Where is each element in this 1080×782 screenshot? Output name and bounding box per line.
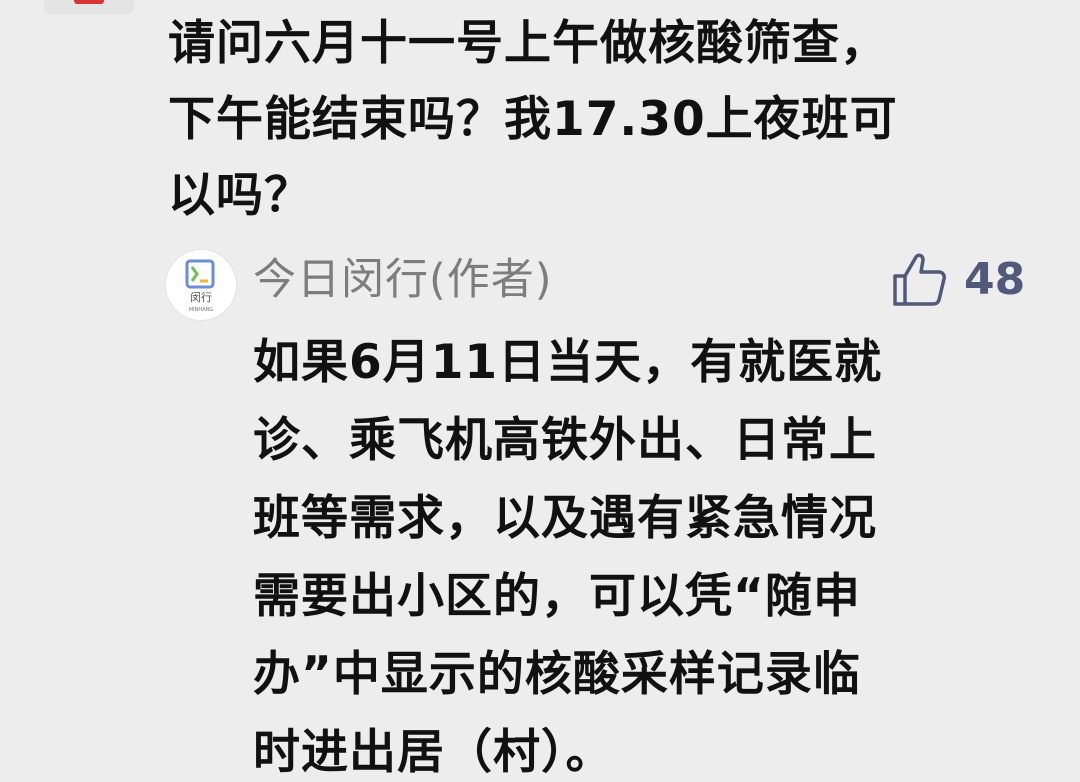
comment-text: 请问六月十一号上午做核酸筛查， 下午能结束吗？我17.30上夜班可 以吗？ bbox=[168, 16, 898, 223]
reply-text: 如果6月11日当天，有就医就 诊、乘飞机高铁外出、日常上 班等需求，以及遇有紧急… bbox=[253, 335, 883, 780]
minhang-logo-icon: 闵行 MINHANG bbox=[185, 259, 215, 313]
user-avatar[interactable] bbox=[44, 0, 134, 14]
thumbs-up-icon bbox=[893, 253, 946, 306]
avatar-label: 闵行 bbox=[190, 290, 212, 304]
author-avatar[interactable]: 闵行 MINHANG bbox=[166, 250, 236, 320]
avatar-image bbox=[74, 0, 104, 4]
reply-author[interactable]: 今日闵行(作者) bbox=[253, 250, 553, 310]
like-button[interactable]: 48 bbox=[890, 248, 1025, 312]
comment-thread: 请问六月十一号上午做核酸筛查， 下午能结束吗？我17.30上夜班可 以吗？ 闵行… bbox=[0, 0, 1080, 782]
like-count: 48 bbox=[964, 254, 1026, 305]
avatar-sublabel: MINHANG bbox=[189, 307, 213, 313]
